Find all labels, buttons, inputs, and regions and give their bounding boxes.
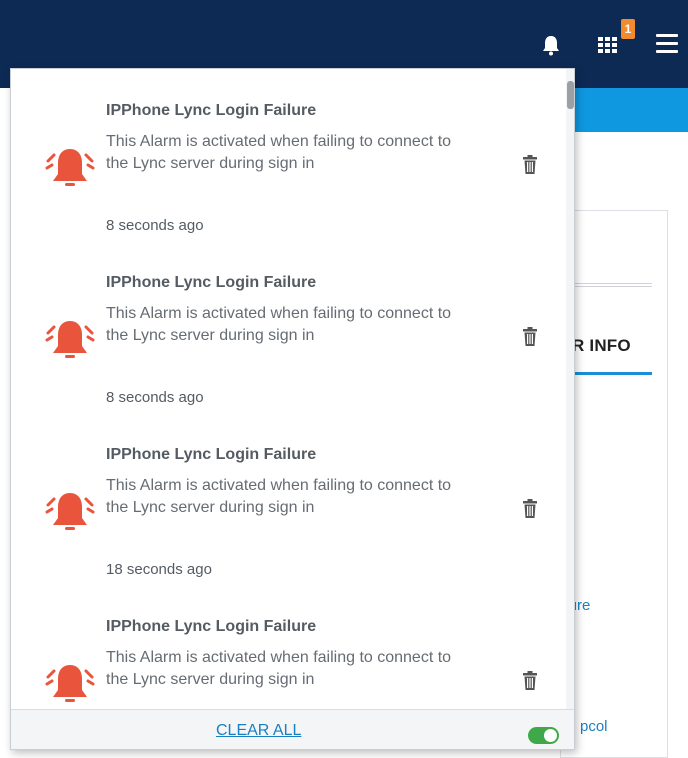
notification-item[interactable]: IPPhone Lync Login Failure This Alarm is… bbox=[11, 413, 566, 585]
notifications-footer: CLEAR ALL bbox=[11, 709, 574, 749]
background-tab[interactable]: R INFO bbox=[572, 336, 631, 356]
notification-description: This Alarm is activated when failing to … bbox=[106, 305, 452, 344]
alarm-bell-icon bbox=[43, 657, 97, 709]
toggle-knob bbox=[544, 729, 557, 742]
notifications-panel: IPPhone Lync Login Failure This Alarm is… bbox=[10, 68, 575, 750]
background-link[interactable]: pcol bbox=[580, 718, 608, 735]
notifications-list: IPPhone Lync Login Failure This Alarm is… bbox=[11, 69, 566, 709]
delete-trash-icon[interactable] bbox=[522, 327, 538, 347]
notification-item[interactable]: IPPhone Lync Login Failure This Alarm is… bbox=[11, 69, 566, 241]
delete-trash-icon[interactable] bbox=[522, 671, 538, 691]
background-card bbox=[560, 210, 668, 758]
notification-title: IPPhone Lync Login Failure bbox=[106, 618, 317, 635]
delete-trash-icon[interactable] bbox=[522, 499, 538, 519]
clear-all-link[interactable]: CLEAR ALL bbox=[216, 722, 301, 740]
notification-title: IPPhone Lync Login Failure bbox=[106, 446, 317, 463]
notification-timestamp: 18 seconds ago bbox=[106, 561, 212, 578]
notifications-bell-icon[interactable] bbox=[540, 34, 562, 56]
apps-grid-icon[interactable] bbox=[597, 34, 619, 56]
notification-timestamp: 8 seconds ago bbox=[106, 217, 204, 234]
notification-title: IPPhone Lync Login Failure bbox=[106, 274, 317, 291]
notification-item[interactable]: IPPhone Lync Login Failure This Alarm is… bbox=[11, 585, 566, 709]
notification-title: IPPhone Lync Login Failure bbox=[106, 102, 317, 119]
notifications-scrollbar[interactable] bbox=[566, 69, 574, 709]
notification-description: This Alarm is activated when failing to … bbox=[106, 477, 452, 516]
notification-description: This Alarm is activated when failing to … bbox=[106, 649, 452, 688]
delete-trash-icon[interactable] bbox=[522, 155, 538, 175]
notification-timestamp: 8 seconds ago bbox=[106, 389, 204, 406]
hamburger-menu-icon[interactable] bbox=[656, 34, 678, 54]
apps-count-badge: 1 bbox=[621, 19, 635, 39]
background-divider bbox=[572, 283, 652, 287]
alarm-bell-icon bbox=[43, 313, 97, 367]
notifications-toggle[interactable] bbox=[528, 727, 559, 744]
alarm-bell-icon bbox=[43, 141, 97, 195]
alarm-bell-icon bbox=[43, 485, 97, 539]
page-header-strip bbox=[560, 88, 688, 132]
scrollbar-thumb[interactable] bbox=[567, 81, 574, 109]
notification-item[interactable]: IPPhone Lync Login Failure This Alarm is… bbox=[11, 241, 566, 413]
background-tab-underline bbox=[572, 372, 652, 375]
notification-description: This Alarm is activated when failing to … bbox=[106, 133, 452, 172]
